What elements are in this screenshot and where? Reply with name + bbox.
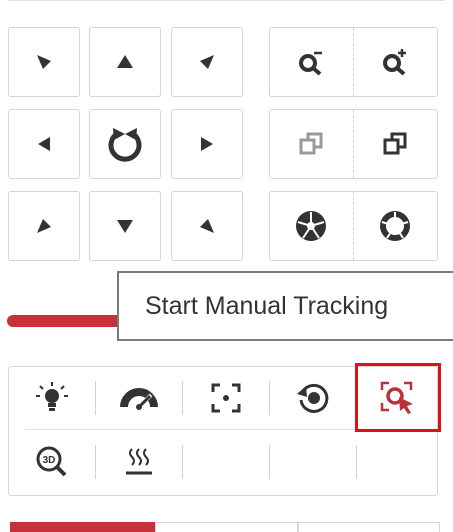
3d-zoom-button[interactable]: 3D [9, 430, 95, 494]
ptz-left-button[interactable] [8, 109, 80, 179]
arrow-down-left-icon [37, 219, 51, 233]
lens-init-icon [211, 383, 241, 413]
iris-group [269, 191, 438, 261]
zoom-out-button[interactable] [270, 28, 354, 96]
tab[interactable] [298, 522, 440, 532]
light-icon [36, 382, 68, 411]
arrow-down-right-icon [200, 219, 214, 233]
ptz-right-button[interactable] [171, 109, 243, 179]
heater-button[interactable] [96, 430, 182, 494]
tooltip-text: Start Manual Tracking [145, 291, 389, 320]
empty-slot [183, 430, 269, 494]
tab[interactable] [155, 522, 298, 532]
bottom-tab-strip [0, 522, 453, 532]
zoom-group [269, 27, 438, 97]
arrow-up-left-icon [37, 55, 51, 69]
iris-close-icon [296, 211, 327, 241]
auto-scan-icon [108, 128, 142, 162]
arrow-up-icon [117, 55, 133, 68]
top-divider [8, 0, 445, 1]
zoom-out-icon [299, 51, 323, 76]
heater-icon [126, 448, 152, 475]
empty-slot [357, 430, 438, 494]
arrow-left-icon [38, 137, 50, 151]
ptz-auto-scan-button[interactable] [89, 109, 161, 179]
wiper-icon [120, 388, 158, 410]
wiper-button[interactable] [96, 367, 182, 429]
iris-open-button[interactable] [354, 192, 438, 260]
empty-slot [270, 430, 356, 494]
iris-open-icon [380, 211, 411, 241]
ptz-up-button[interactable] [89, 27, 161, 97]
arrow-right-icon [201, 137, 213, 151]
one-touch-park-button[interactable] [270, 367, 356, 429]
ptz-up-right-button[interactable] [171, 27, 243, 97]
lens-init-button[interactable] [183, 367, 269, 429]
focus-near-button[interactable] [270, 110, 354, 178]
ptz-down-right-button[interactable] [171, 191, 243, 261]
one-touch-park-icon [297, 383, 329, 413]
ptz-down-left-button[interactable] [8, 191, 80, 261]
iris-close-button[interactable] [270, 192, 354, 260]
arrow-down-icon [117, 220, 133, 233]
3d-zoom-icon: 3D [36, 446, 67, 477]
focus-group [269, 109, 438, 179]
svg-text:3D: 3D [43, 455, 56, 466]
tab-active[interactable] [10, 522, 155, 532]
zoom-in-icon [383, 49, 407, 76]
manual-tracking-highlight [355, 363, 441, 432]
ptz-up-left-button[interactable] [8, 27, 80, 97]
focus-near-icon [299, 132, 323, 155]
tooltip: Start Manual Tracking [117, 271, 453, 341]
arrow-up-right-icon [200, 55, 214, 69]
focus-far-button[interactable] [354, 110, 438, 178]
ptz-down-button[interactable] [89, 191, 161, 261]
focus-far-icon [383, 132, 407, 155]
light-button[interactable] [9, 367, 95, 429]
zoom-in-button[interactable] [354, 28, 438, 96]
